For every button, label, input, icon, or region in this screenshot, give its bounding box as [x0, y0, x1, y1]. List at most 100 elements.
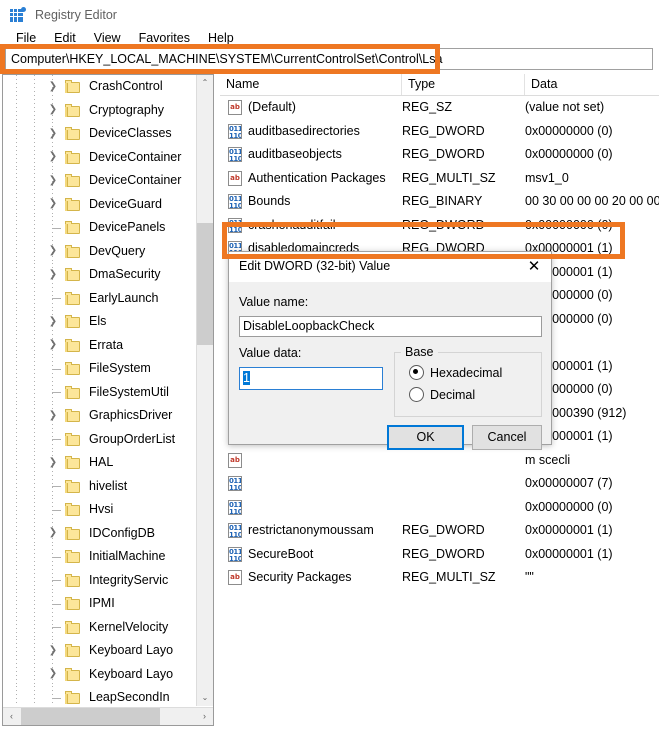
- tree-scroll-right-arrow[interactable]: ›: [196, 708, 213, 725]
- dword-value-icon: 011110: [228, 217, 242, 233]
- chevron-right-icon[interactable]: ❯: [47, 527, 59, 539]
- tree-item-hivelist[interactable]: hivelist: [3, 474, 198, 498]
- cancel-button[interactable]: Cancel: [472, 425, 542, 450]
- chevron-right-icon[interactable]: ❯: [47, 269, 59, 281]
- radio-hexadecimal-icon[interactable]: [409, 365, 424, 380]
- chevron-right-icon[interactable]: ❯: [47, 339, 59, 351]
- chevron-right-icon[interactable]: ❯: [47, 198, 59, 210]
- chevron-right-icon[interactable]: ❯: [47, 104, 59, 116]
- menu-item-favorites[interactable]: Favorites: [130, 31, 199, 45]
- tree-item-hal[interactable]: ❯ HAL: [3, 451, 198, 475]
- table-row[interactable]: 011 110 0x00000007 (7): [220, 472, 659, 496]
- tree-item-label: Keyboard Layo: [89, 666, 174, 681]
- tree-item-deviceguard[interactable]: ❯ DeviceGuard: [3, 192, 198, 216]
- tree-item-cryptography[interactable]: ❯ Cryptography: [3, 98, 198, 122]
- ok-button[interactable]: OK: [387, 425, 464, 450]
- value-data-input[interactable]: 1: [239, 367, 383, 390]
- chevron-right-icon[interactable]: ❯: [47, 175, 59, 187]
- close-icon[interactable]: ✕: [517, 252, 551, 281]
- table-row[interactable]: 011110 0x00000000 (0): [220, 496, 659, 520]
- column-header-type[interactable]: Type: [402, 74, 525, 95]
- tree-item-ipmi[interactable]: IPMI: [3, 592, 198, 616]
- tree-item-graphicsdriver[interactable]: ❯ GraphicsDriver: [3, 404, 198, 428]
- chevron-right-icon[interactable]: ❯: [47, 151, 59, 163]
- value-data-text: 1: [243, 371, 250, 385]
- column-header-name[interactable]: Name: [220, 74, 402, 95]
- address-bar[interactable]: Computer\HKEY_LOCAL_MACHINE\SYSTEM\Curre…: [5, 48, 653, 70]
- tree-item-els[interactable]: ❯ Els: [3, 310, 198, 334]
- edit-dword-dialog[interactable]: Edit DWORD (32-bit) Value ✕ Value name: …: [228, 251, 552, 450]
- folder-icon: [65, 503, 81, 517]
- tree-item-idconfigdb[interactable]: ❯ IDConfigDB: [3, 521, 198, 545]
- radio-decimal-icon[interactable]: [409, 387, 424, 402]
- table-row[interactable]: 011 110 auditbasedirectories REG_DWORD 0x000…: [220, 120, 659, 144]
- tree-item-dmasecurity[interactable]: ❯ DmaSecurity: [3, 263, 198, 287]
- table-row[interactable]: ab m scecli: [220, 449, 659, 473]
- tree-scroll-up-arrow[interactable]: ⌃: [197, 75, 213, 91]
- table-row[interactable]: 011 110 auditbaseobjects REG_DWORD 0x0000000…: [220, 143, 659, 167]
- tree-item-hvsi[interactable]: Hvsi: [3, 498, 198, 522]
- chevron-right-icon[interactable]: ❯: [47, 245, 59, 257]
- folder-icon: [65, 667, 81, 681]
- tree-leaf-connector: [52, 439, 61, 441]
- column-header-data[interactable]: Data: [525, 74, 659, 95]
- registry-tree-list[interactable]: ❯ CrashControl ❯ Cryptography ❯ DeviceClasses…: [3, 75, 198, 706]
- table-row[interactable]: 011 110 crashonauditfail REG_DWORD 0x0000000…: [220, 214, 659, 238]
- registry-tree-pane[interactable]: ❯ CrashControl ❯ Cryptography ❯ DeviceClasses…: [2, 74, 214, 726]
- tree-vertical-scrollbar[interactable]: ⌃ ⌄: [196, 75, 213, 706]
- tree-item-integrityservic[interactable]: IntegrityServic: [3, 568, 198, 592]
- chevron-right-icon[interactable]: ❯: [47, 128, 59, 140]
- tree-item-deviceclasses[interactable]: ❯ DeviceClasses: [3, 122, 198, 146]
- radio-decimal[interactable]: Decimal: [409, 387, 475, 402]
- table-row[interactable]: ab Authentication Packages REG_MULTI_SZ msv…: [220, 167, 659, 191]
- table-row[interactable]: ab (Default) REG_SZ (value not set): [220, 96, 659, 120]
- tree-item-devicecontainer[interactable]: ❯ DeviceContainer: [3, 169, 198, 193]
- menu-item-help[interactable]: Help: [199, 31, 243, 45]
- tree-item-earlylaunch[interactable]: EarlyLaunch: [3, 286, 198, 310]
- tree-leaf-connector: [52, 368, 61, 370]
- table-row[interactable]: 011 110 SecureBoot REG_DWORD 0x00000001 (1): [220, 543, 659, 567]
- tree-item-leapsecondin[interactable]: LeapSecondIn: [3, 686, 198, 706]
- tree-item-filesystem[interactable]: FileSystem: [3, 357, 198, 381]
- tree-item-filesystemutil[interactable]: FileSystemUtil: [3, 380, 198, 404]
- dword-value-icon: 011110: [228, 523, 242, 538]
- tree-item-kernelvelocity[interactable]: KernelVelocity: [3, 615, 198, 639]
- radio-hexadecimal[interactable]: Hexadecimal: [409, 365, 502, 380]
- tree-hscroll-thumb[interactable]: [21, 708, 160, 725]
- value-data-cell: 0x00000000 (0): [525, 123, 613, 138]
- tree-scroll-left-arrow[interactable]: ‹: [3, 708, 20, 725]
- tree-item-label: DevQuery: [89, 243, 146, 258]
- menu-item-file[interactable]: File: [7, 31, 45, 45]
- table-row[interactable]: 011 110 restrictanonymoussam REG_DWORD 0x000…: [220, 519, 659, 543]
- value-type-cell: REG_MULTI_SZ: [402, 570, 496, 584]
- tree-scroll-down-arrow[interactable]: ⌄: [197, 690, 213, 706]
- tree-item-devquery[interactable]: ❯ DevQuery: [3, 239, 198, 263]
- tree-item-errata[interactable]: ❯ Errata: [3, 333, 198, 357]
- tree-horizontal-scrollbar[interactable]: ‹ ›: [3, 707, 213, 725]
- chevron-right-icon[interactable]: ❯: [47, 457, 59, 469]
- tree-item-initialmachine[interactable]: InitialMachine: [3, 545, 198, 569]
- values-list-header: Name Type Data: [220, 74, 659, 96]
- chevron-right-icon[interactable]: ❯: [47, 316, 59, 328]
- tree-item-grouporderlist[interactable]: GroupOrderList: [3, 427, 198, 451]
- menu-item-view[interactable]: View: [85, 31, 130, 45]
- tree-item-label: FileSystemUtil: [89, 384, 169, 399]
- chevron-right-icon[interactable]: ❯: [47, 410, 59, 422]
- dialog-title: Edit DWORD (32-bit) Value: [239, 259, 391, 273]
- tree-item-keyboard-layo[interactable]: ❯ Keyboard Layo: [3, 662, 198, 686]
- tree-item-keyboard-layo[interactable]: ❯ Keyboard Layo: [3, 639, 198, 663]
- chevron-right-icon[interactable]: ❯: [47, 645, 59, 657]
- table-row[interactable]: ab Security Packages REG_MULTI_SZ "": [220, 566, 659, 590]
- tree-scroll-thumb[interactable]: [197, 223, 213, 345]
- table-row[interactable]: 011 110 Bounds REG_BINARY 00 30 00 00 00 20 …: [220, 190, 659, 214]
- menu-item-edit[interactable]: Edit: [45, 31, 85, 45]
- tree-item-devicepanels[interactable]: DevicePanels: [3, 216, 198, 240]
- tree-item-crashcontrol[interactable]: ❯ CrashControl: [3, 75, 198, 99]
- tree-item-devicecontainer[interactable]: ❯ DeviceContainer: [3, 145, 198, 169]
- folder-icon: [65, 315, 81, 329]
- chevron-right-icon[interactable]: ❯: [47, 668, 59, 680]
- chevron-right-icon[interactable]: ❯: [47, 81, 59, 93]
- value-name-input[interactable]: DisableLoopbackCheck: [239, 316, 542, 337]
- value-type-cell: REG_SZ: [402, 100, 453, 114]
- dialog-body: Value name: DisableLoopbackCheck Value d…: [229, 282, 551, 450]
